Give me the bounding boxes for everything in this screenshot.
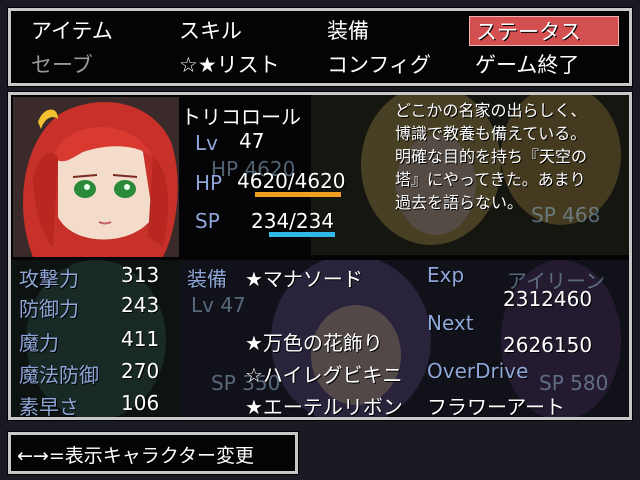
stat-value-defense: 243 xyxy=(121,293,160,317)
hp-label: HP xyxy=(195,171,223,195)
next-value: 2626150 xyxy=(503,333,593,357)
lv-label: Lv xyxy=(195,131,218,155)
sp-bar-fill xyxy=(269,232,335,237)
menu-item-save[interactable]: セーブ xyxy=(25,50,99,80)
stat-value-magic: 411 xyxy=(121,327,160,351)
exp-label: Exp xyxy=(427,263,465,287)
next-label: Next xyxy=(427,311,474,335)
sp-label: SP xyxy=(195,209,220,233)
character-portrait xyxy=(13,97,179,257)
equip-slot-head: ★エーテルリボン xyxy=(245,395,403,419)
menu-item-quit[interactable]: ゲーム終了 xyxy=(469,50,585,80)
stat-value-attack: 313 xyxy=(121,263,160,287)
sp-bar xyxy=(269,232,335,237)
equip-slot-accessory: ★万色の花飾り xyxy=(245,331,383,355)
status-window: HP 4620 SP 468 Lv 47 アイリーン SP 580 SP 350… xyxy=(8,92,632,420)
stat-label-magic-defense: 魔法防御 xyxy=(19,363,99,387)
equip-slot-body: ☆ハイレグビキニ xyxy=(245,363,403,387)
stat-label-attack: 攻撃力 xyxy=(19,267,79,291)
description-line: 過去を語らない。 xyxy=(395,193,524,212)
menu-item-status[interactable]: ステータス xyxy=(469,16,619,46)
character-description: どこかの名家の出らしく、 博識で教養も備えている。 明確な目的を持ち『天空の 塔… xyxy=(395,99,587,214)
stat-value-magic-defense: 270 xyxy=(121,359,160,383)
stat-label-speed: 素早さ xyxy=(19,395,79,419)
description-line: 塔』にやってきた。あまり xyxy=(395,170,586,189)
description-line: 博識で教養も備えている。 xyxy=(395,124,587,143)
hp-bar xyxy=(255,192,341,197)
description-line: どこかの名家の出らしく、 xyxy=(395,101,587,120)
bg-lv-text: Lv 47 xyxy=(191,293,246,317)
hint-window: ←→=表示キャラクター変更 xyxy=(8,432,298,474)
character-name: トリコロール xyxy=(181,105,301,129)
overdrive-label: OverDrive xyxy=(427,359,529,383)
stat-label-magic: 魔力 xyxy=(19,331,59,355)
command-menu: アイテム スキル 装備 ステータス セーブ ☆★リスト コンフィグ ゲーム終了 xyxy=(8,8,632,86)
stat-value-speed: 106 xyxy=(121,391,160,415)
menu-item-equip[interactable]: 装備 xyxy=(321,16,375,46)
stat-label-defense: 防御力 xyxy=(19,297,79,321)
menu-item-item[interactable]: アイテム xyxy=(25,16,119,46)
menu-item-skill[interactable]: スキル xyxy=(173,16,248,46)
equip-slot-weapon: ★マナソード xyxy=(245,267,363,291)
hp-value: 4620/4620 xyxy=(237,169,346,193)
sp-value: 234/234 xyxy=(251,209,335,233)
menu-item-star-list[interactable]: ☆★リスト xyxy=(173,50,286,80)
overdrive-value: フラワーアート xyxy=(427,395,565,419)
description-line: 明確な目的を持ち『天空の xyxy=(395,147,588,166)
hint-text: ←→=表示キャラクター変更 xyxy=(17,445,255,467)
exp-value: 2312460 xyxy=(503,287,593,311)
lv-value: 47 xyxy=(239,129,265,153)
menu-item-config[interactable]: コンフィグ xyxy=(321,50,437,80)
equip-label: 装備 xyxy=(187,267,227,291)
hp-bar-fill xyxy=(255,192,341,197)
